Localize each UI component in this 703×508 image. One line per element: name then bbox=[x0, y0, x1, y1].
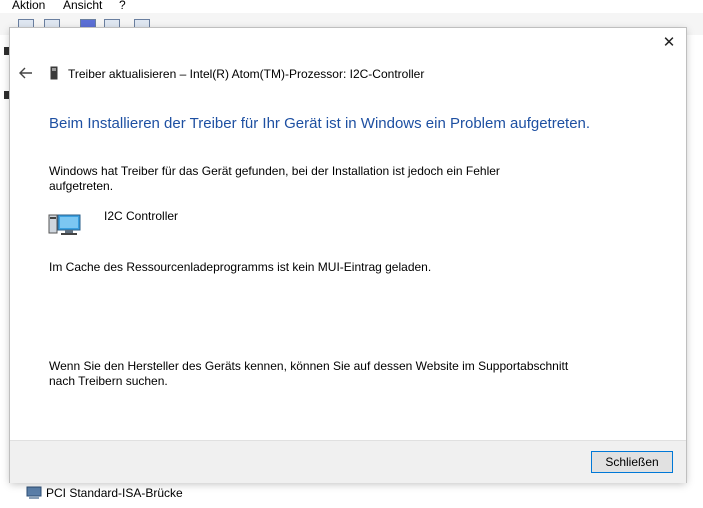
close-icon[interactable]: ✕ bbox=[660, 34, 678, 52]
manufacturer-hint: Wenn Sie den Hersteller des Geräts kenne… bbox=[49, 359, 569, 388]
device-tree-left-edge bbox=[0, 35, 10, 508]
close-button[interactable]: Schließen bbox=[591, 451, 673, 473]
dialog-footer: Schließen bbox=[10, 440, 686, 483]
device-tree-bottom: PCI Standard-ISA-Brücke bbox=[0, 482, 703, 508]
error-message: Im Cache des Ressourcenladeprogramms ist… bbox=[49, 260, 432, 274]
dialog-header-title: Treiber aktualisieren – Intel(R) Atom(TM… bbox=[68, 67, 425, 81]
device-list-item[interactable]: PCI Standard-ISA-Brücke bbox=[46, 486, 183, 500]
device-icon bbox=[50, 66, 58, 80]
install-error-description: Windows hat Treiber für das Gerät gefund… bbox=[49, 164, 500, 193]
menu-bar: Aktion Ansicht ? bbox=[0, 0, 703, 13]
back-arrow-icon[interactable] bbox=[17, 64, 35, 82]
error-heading: Beim Installieren der Treiber für Ihr Ge… bbox=[49, 115, 591, 132]
menu-help[interactable]: ? bbox=[119, 0, 126, 11]
menu-action[interactable]: Aktion bbox=[12, 0, 45, 11]
pci-bridge-icon bbox=[26, 486, 42, 499]
device-name: I2C Controller bbox=[104, 209, 179, 223]
menu-view[interactable]: Ansicht bbox=[63, 0, 102, 11]
computer-monitor-icon bbox=[48, 214, 81, 235]
update-driver-dialog: ✕ Treiber aktualisieren – Intel(R) Atom(… bbox=[10, 28, 686, 483]
